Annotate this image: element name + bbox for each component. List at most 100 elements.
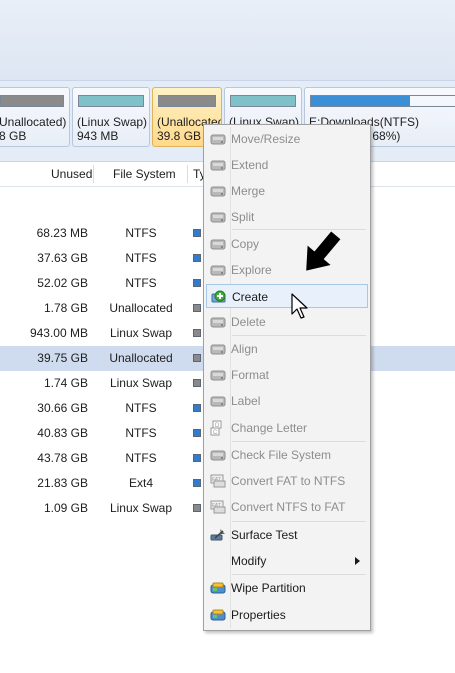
partition-usage-bar [310,95,455,107]
column-header-file-system[interactable]: File System [113,162,176,186]
menu-item-label: Check File System [231,448,332,462]
menu-item-delete[interactable]: Delete [206,310,368,334]
partition-title: (Linux Swap) [77,115,148,129]
partition-usage-bar [230,95,296,107]
menu-item-label: Extend [231,158,269,172]
unused-cell: 1.78 GB [43,301,88,315]
menu-item-label: Modify [231,554,267,568]
menu-item-label: Format [231,368,270,382]
explore-icon [210,262,226,278]
menu-item-label: Surface Test [231,528,298,542]
toolbar-area [0,0,455,80]
menu-item-label: Change Letter [231,421,308,435]
file-system-cell: NTFS [125,401,157,415]
align-icon [210,341,226,357]
menu-item-label: Explore [231,263,272,277]
partition-usage-bar [78,95,144,107]
menu-item-label: Label [231,394,261,408]
move-resize-icon [210,131,226,147]
partition-usage-bar [158,95,216,107]
menu-separator [232,521,366,522]
partition-type-swatch [193,354,201,362]
menu-item-label: Wipe Partition [231,581,306,595]
file-system-cell: Linux Swap [109,326,173,340]
partition-type-swatch [193,479,201,487]
menu-item-convert-fat-to-ntfs[interactable]: FAT Convert FAT to NTFS [206,469,368,493]
file-system-cell: Ext4 [128,476,153,490]
unused-cell: 21.83 GB [37,476,88,490]
menu-item-split[interactable]: Split [206,205,368,229]
annotation-arrow-icon [306,231,341,271]
unused-cell: 43.78 GB [37,451,88,465]
menu-item-label: Move/Resize [231,132,301,146]
file-system-cell: Linux Swap [109,501,173,515]
menu-item-extend[interactable]: Extend [206,153,368,177]
menu-item-modify[interactable]: Modify [206,549,368,573]
menu-item-check-file-system[interactable]: Check File System [206,443,368,467]
partition-type-swatch [193,504,201,512]
unused-cell: 40.83 GB [37,426,88,440]
surface-test-icon [210,527,226,543]
menu-item-surface-test[interactable]: Surface Test [206,523,368,547]
delete-icon [210,314,226,330]
partition-type-swatch [193,229,201,237]
menu-item-change-letter[interactable]: D C Change Letter [206,416,368,440]
split-icon [210,209,226,225]
menu-item-wipe-partition[interactable]: Wipe Partition [206,576,368,600]
partition-type-swatch [193,254,201,262]
partition-type-swatch [193,429,201,437]
wipe-partition-icon [210,580,226,596]
unused-cell: 30.66 GB [37,401,88,415]
partition-type-swatch [193,404,201,412]
menu-item-label[interactable]: Label [206,389,368,413]
submenu-arrow-icon [355,557,360,565]
partition-type-swatch [193,279,201,287]
menu-item-label: Copy [231,237,260,251]
menu-item-format[interactable]: Format [206,363,368,387]
unused-cell: 39.75 GB [37,351,88,365]
file-system-cell: Unallocated [109,351,173,365]
menu-item-merge[interactable]: Merge [206,179,368,203]
properties-icon [210,607,226,623]
partition-type-swatch [193,304,201,312]
column-header-unused[interactable]: Unused [51,162,92,186]
menu-item-align[interactable]: Align [206,337,368,361]
menu-item-properties[interactable]: Properties [206,603,368,627]
partition-block-unallocated-1[interactable]: Unallocated) 8 GB [0,87,70,147]
menu-item-label: Merge [231,184,266,198]
partition-usage-bar [0,95,64,107]
menu-item-label: Split [231,210,255,224]
unused-cell: 1.74 GB [43,376,88,390]
menu-item-label: Delete [231,315,266,329]
file-system-cell: NTFS [125,451,157,465]
file-system-cell: Unallocated [109,301,173,315]
menu-separator [232,574,366,575]
partition-block-linux-swap-1[interactable]: (Linux Swap) 943 MB [72,87,150,147]
file-system-cell: NTFS [125,251,157,265]
partition-type-swatch [193,454,201,462]
unused-cell: 52.02 GB [37,276,88,290]
unused-cell: 37.63 GB [37,251,88,265]
menu-separator [232,335,366,336]
menu-item-convert-ntfs-to-fat[interactable]: FAT Convert NTFS to FAT [206,495,368,519]
check-file-system-icon [210,447,226,463]
partition-size: 39.8 GB [157,129,202,143]
partition-type-swatch [193,379,201,387]
format-icon [210,367,226,383]
file-system-cell: NTFS [125,226,157,240]
menu-item-create[interactable]: Create [206,284,368,308]
menu-separator [232,441,366,442]
file-system-cell: NTFS [125,426,157,440]
menu-item-label: Align [231,342,258,356]
file-system-cell: NTFS [125,276,157,290]
unused-cell: 68.23 MB [36,226,88,240]
menu-item-move-resize[interactable]: Move/Resize [206,127,368,151]
unused-cell: 943.00 MB [29,326,88,340]
change-letter-icon: DC [210,420,226,436]
menu-item-label: Properties [231,608,286,622]
partition-size: 8 GB [0,129,27,143]
context-menu: Move/Resize Extend Merge Split Copy Explore Cr… [203,124,371,631]
unused-cell: 1.09 GB [43,501,88,515]
copy-icon [210,236,226,252]
partition-type-swatch [193,329,201,337]
